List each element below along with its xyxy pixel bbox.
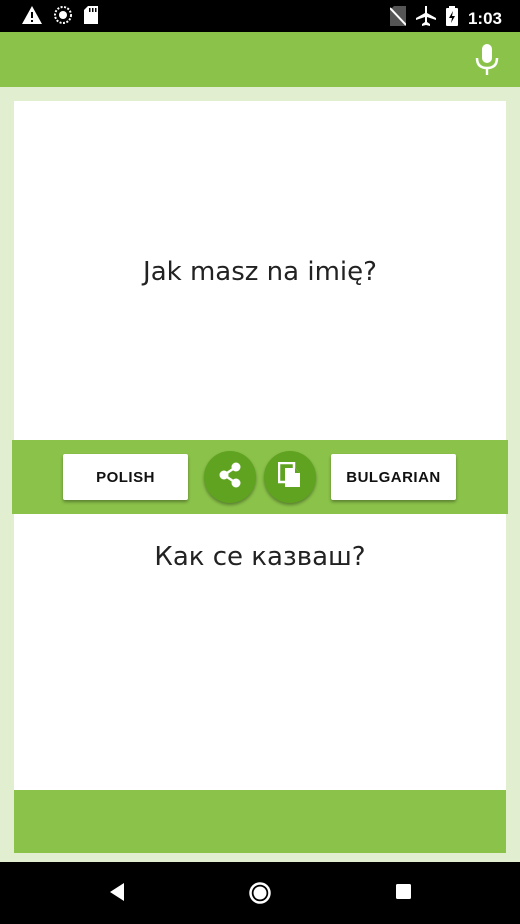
warning-icon <box>22 6 42 29</box>
source-text[interactable]: Jak masz na imię? <box>14 257 506 287</box>
share-button[interactable] <box>204 451 256 503</box>
sync-circle-icon <box>54 6 72 29</box>
language-toolbar: POLISH BULGARIAN <box>12 440 508 514</box>
share-icon <box>216 461 244 494</box>
microphone-icon[interactable] <box>474 44 500 76</box>
battery-charging-icon <box>445 6 458 31</box>
sd-card-icon <box>84 6 98 29</box>
airplane-mode-icon <box>415 6 436 31</box>
recents-icon[interactable] <box>395 881 413 908</box>
footer-bar <box>14 790 506 853</box>
status-left-icons <box>22 6 98 29</box>
copy-button[interactable] <box>264 451 316 503</box>
navigation-bar <box>0 862 520 924</box>
target-language-button[interactable]: BULGARIAN <box>331 454 456 500</box>
no-sim-icon <box>389 6 407 31</box>
home-icon[interactable] <box>248 881 272 910</box>
app-bar <box>0 32 520 87</box>
target-card[interactable]: Как се казваш? <box>14 514 506 790</box>
source-language-button[interactable]: POLISH <box>63 454 188 500</box>
source-card[interactable]: Jak masz na imię? <box>14 101 506 440</box>
status-bar: 1:03 <box>0 0 520 32</box>
back-icon[interactable] <box>108 881 126 908</box>
copy-icon <box>277 461 302 493</box>
target-text[interactable]: Как се казваш? <box>14 542 506 572</box>
clock: 1:03 <box>467 8 502 28</box>
status-right-icons: 1:03 <box>389 6 502 31</box>
